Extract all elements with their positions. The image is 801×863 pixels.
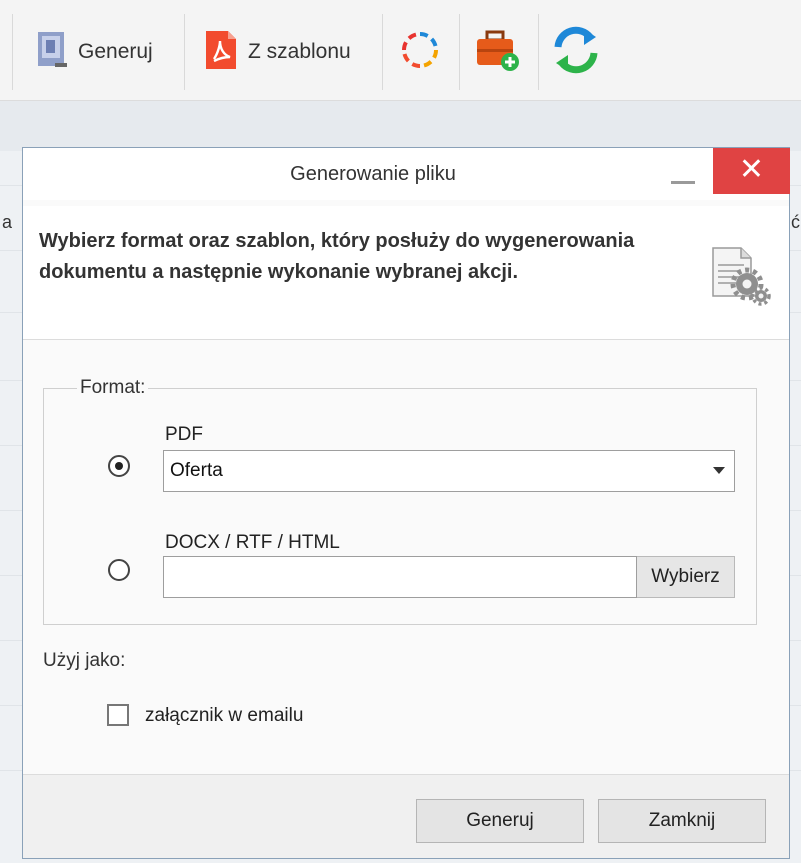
format-group-label: Format: (77, 377, 149, 399)
document-settings-icon (707, 244, 771, 308)
email-attachment-checkbox[interactable] (107, 704, 129, 726)
pdf-icon (204, 29, 238, 76)
dialog-footer: Generuj Zamknij (23, 774, 789, 858)
email-attachment-label: załącznik w emailu (145, 705, 304, 726)
pdf-template-value: Oferta (170, 460, 223, 481)
dialog-titlebar[interactable]: Generowanie pliku ✕ (23, 148, 790, 200)
generate-toolbar-button[interactable]: Generuj (36, 30, 153, 74)
add-briefcase-toolbar-button[interactable] (474, 30, 520, 74)
docx-option-label: DOCX / RTF / HTML (165, 532, 340, 553)
minimize-button[interactable] (671, 170, 695, 184)
browse-button[interactable]: Wybierz (637, 556, 735, 598)
close-window-button[interactable]: ✕ (713, 148, 790, 194)
toolbar: Generuj Z szablonu (0, 0, 801, 101)
pdf-radio[interactable] (108, 455, 130, 477)
close-icon: ✕ (738, 153, 765, 186)
dialog-instruction: Wybierz format oraz szablon, który posłu… (39, 230, 635, 283)
toolbar-separator (459, 14, 460, 90)
toolbar-separator (382, 14, 383, 90)
background-cell-text: a (2, 212, 13, 232)
convert-toolbar-button[interactable] (398, 30, 442, 74)
pdf-option-label: PDF (165, 424, 203, 445)
background-grid-header (0, 101, 801, 151)
refresh-toolbar-button[interactable] (550, 26, 602, 74)
generate-file-dialog: Generowanie pliku ✕ Wybierz format oraz … (22, 147, 790, 859)
background-cell-text: ć (791, 212, 800, 232)
toolbar-separator (538, 14, 539, 90)
dialog-title: Generowanie pliku (290, 163, 456, 185)
close-button[interactable]: Zamknij (598, 799, 766, 843)
convert-icon (398, 28, 442, 77)
use-as-label: Użyj jako: (43, 650, 126, 671)
briefcase-add-icon (474, 28, 520, 77)
from-template-toolbar-label: Z szablonu (248, 40, 351, 63)
docx-template-path-input[interactable] (163, 556, 637, 598)
docx-radio[interactable] (108, 559, 130, 581)
dialog-header-panel: Wybierz format oraz szablon, który posłu… (23, 206, 789, 340)
from-template-toolbar-button[interactable]: Z szablonu (204, 30, 351, 74)
refresh-icon (550, 25, 602, 80)
toolbar-separator (12, 14, 13, 90)
generate-toolbar-label: Generuj (78, 40, 153, 63)
generate-document-icon (36, 30, 68, 75)
chevron-down-icon (713, 467, 725, 474)
pdf-template-select[interactable]: Oferta (163, 450, 735, 492)
generate-button[interactable]: Generuj (416, 799, 584, 843)
toolbar-separator (184, 14, 185, 90)
